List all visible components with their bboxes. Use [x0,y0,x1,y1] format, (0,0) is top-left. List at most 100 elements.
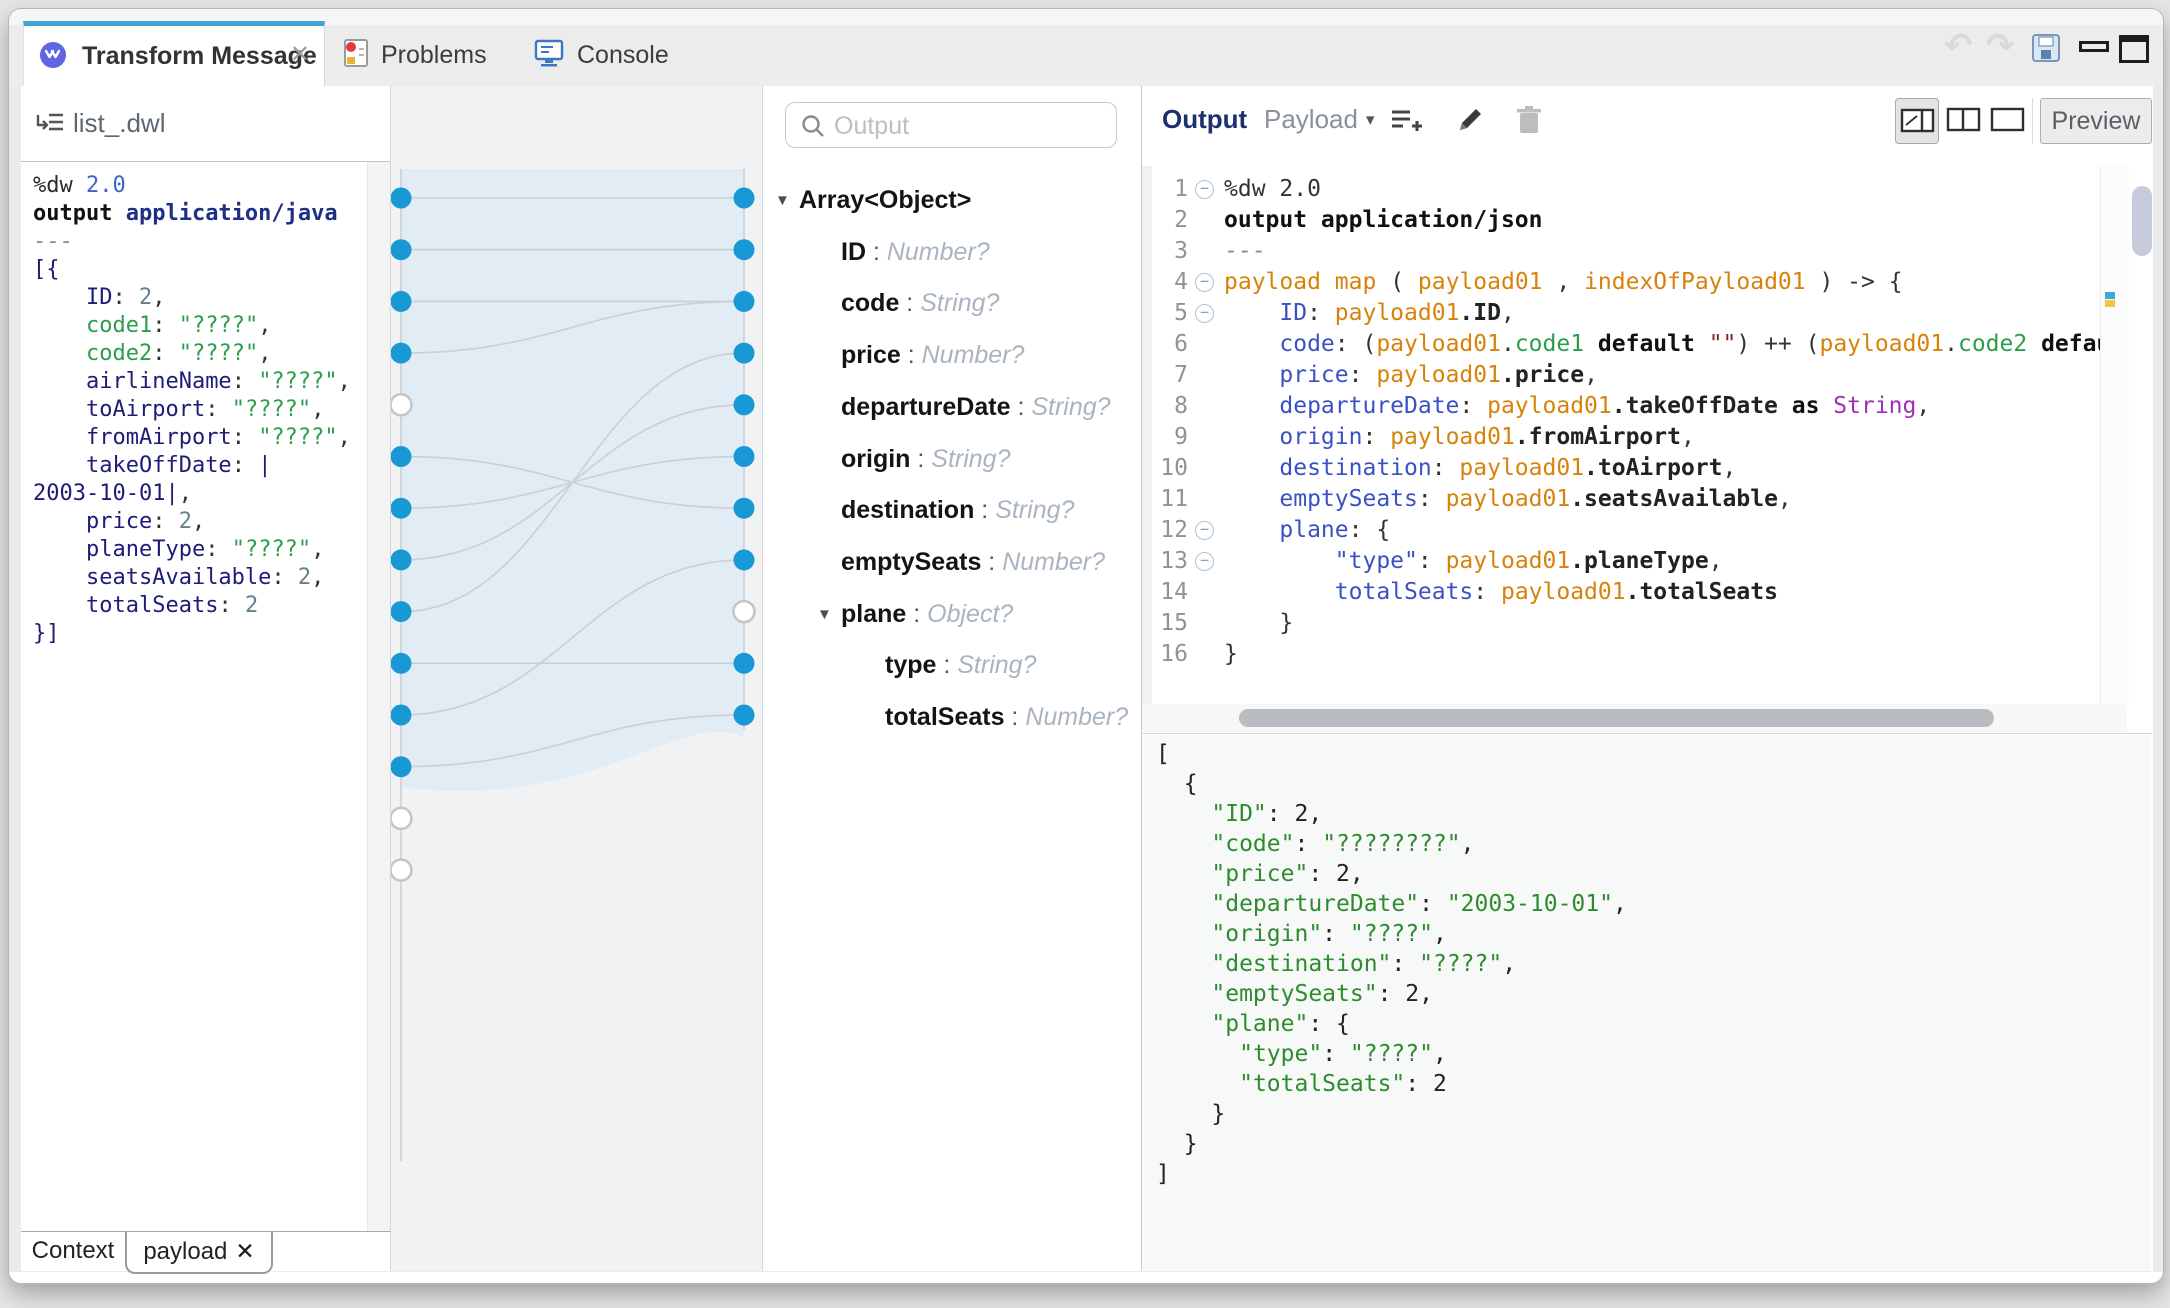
output-tree-row-emptyseats[interactable]: emptySeats : Number? [763,546,1141,578]
input-port-unmapped-a[interactable] [391,808,412,829]
tab-strip-background [9,25,2163,87]
input-port-fromAirport[interactable] [391,498,412,519]
input-port-airlineName[interactable] [391,394,412,415]
expand-caret-icon[interactable]: ▼ [817,599,832,631]
screen: Transform Message ✕ Problems Console [0,0,2170,1308]
input-scrollbar-track[interactable] [367,162,390,1231]
editor-vertical-scrollbar[interactable] [2132,186,2152,256]
field-type: Number? [922,341,1025,369]
input-port-price[interactable] [391,601,412,622]
input-port-payload[interactable] [391,188,412,209]
field-name: type [885,651,936,679]
code-line: %dw 2.0 [33,172,366,200]
output-port-totalSeats[interactable] [734,705,755,726]
undo-button[interactable]: ↶ [1944,31,1973,62]
output-port-plane[interactable] [734,601,755,622]
output-port-code[interactable] [734,291,755,312]
output-port-type[interactable] [734,653,755,674]
save-floppy-icon [2031,33,2061,63]
view-single-pane-button[interactable] [1986,98,2030,144]
input-port-seatsAvailable[interactable] [391,705,412,726]
output-port-departureDate[interactable] [734,394,755,415]
maximize-button[interactable] [2119,35,2149,63]
fold-collapse-icon[interactable]: − [1195,273,1214,292]
output-tree-row-array-object-[interactable]: ▼Array<Object> [763,184,1141,216]
tab-problems[interactable]: Problems [341,25,521,86]
field-name: destination [841,496,974,524]
input-port-totalSeats[interactable] [391,756,412,777]
fold-collapse-icon[interactable]: − [1195,180,1214,199]
input-code-editor[interactable]: %dw 2.0output application/java---[{ ID: … [33,172,366,1229]
fold-collapse-icon[interactable]: − [1195,552,1214,571]
dataweave-code-editor[interactable]: 1−%dw 2.02output application/json3---4−p… [1152,174,2100,702]
output-tree-row-code[interactable]: code : String? [763,287,1141,319]
output-tree-row-plane[interactable]: ▼plane : Object? [763,598,1141,630]
output-tree-row-origin[interactable]: origin : String? [763,443,1141,475]
output-search-input[interactable]: Output [785,102,1117,148]
tab-payload[interactable]: payload✕ [125,1232,273,1274]
preview-toggle-button[interactable]: Preview [2040,98,2152,144]
code-line: ID: 2, [33,284,366,312]
chevron-down-icon[interactable]: ▾ [1366,110,1375,130]
close-icon[interactable]: ✕ [290,40,310,69]
code-line: 10 destination: payload01.toAirport, [1152,453,2100,484]
script-toolbar: Output Payload ▾ [1142,86,2153,158]
input-port-ID[interactable] [391,239,412,260]
code-line: 16} [1152,639,2100,670]
input-port-code2[interactable] [391,343,412,364]
search-icon [800,113,826,144]
target-selector[interactable]: Payload [1264,104,1358,135]
code-line: "departureDate": "2003-10-01", [1156,889,1627,919]
tab-transform-message[interactable]: Transform Message ✕ [23,21,325,86]
input-port-code1[interactable] [391,291,412,312]
code-line: 11 emptySeats: payload01.seatsAvailable, [1152,484,2100,515]
editor-horizontal-scrollbar-thumb[interactable] [1239,709,1994,727]
output-tree-row-destination[interactable]: destination : String? [763,494,1141,526]
output-port-destination[interactable] [734,498,755,519]
field-name: origin [841,445,910,473]
close-icon[interactable]: ✕ [235,1238,254,1264]
view-graphical-split-button[interactable] [1895,98,1939,144]
input-port-unmapped-b[interactable] [391,860,412,881]
undo-arrow-icon: ↶ [1944,27,1973,65]
editor-horizontal-scrollbar-track[interactable] [1142,704,2127,732]
tab-console[interactable]: Console [533,25,703,86]
code-line: 3--- [1152,236,2100,267]
redo-button[interactable]: ↷ [1986,31,2015,62]
output-tree-row-id[interactable]: ID : Number? [763,236,1141,268]
input-port-takeOffDate[interactable] [391,549,412,570]
field-type: Number? [887,238,990,266]
output-tree-row-price[interactable]: price : Number? [763,339,1141,371]
output-port-price[interactable] [734,343,755,364]
output-port-Array-Object-[interactable] [734,188,755,209]
output-tree-row-departuredate[interactable]: departureDate : String? [763,391,1141,423]
output-tree-row-type[interactable]: type : String? [763,649,1141,681]
input-port-toAirport[interactable] [391,446,412,467]
output-port-ID[interactable] [734,239,755,260]
code-line: "emptySeats": 2, [1156,979,1627,1009]
code-line: airlineName: "????", [33,368,366,396]
minimize-button[interactable] [2079,31,2109,52]
save-button[interactable] [2031,33,2061,68]
field-colon: : [901,341,922,369]
preview-panel: [ { "ID": 2, "code": "????????", "price"… [1143,735,2151,1271]
field-name: price [841,341,901,369]
fold-collapse-icon[interactable]: − [1195,304,1214,323]
output-title: Output [1162,104,1247,135]
input-port-planeType[interactable] [391,653,412,674]
delete-trash-icon[interactable] [1514,104,1544,141]
add-transformation-icon[interactable] [1390,106,1426,143]
fold-collapse-icon[interactable]: − [1195,521,1214,540]
field-colon: : [899,289,920,317]
redo-arrow-icon: ↷ [1986,27,2015,65]
tab-context[interactable]: Context [21,1232,125,1270]
code-line: code1: "????", [33,312,366,340]
view-two-pane-button[interactable] [1942,98,1986,144]
output-tree-row-totalseats[interactable]: totalSeats : Number? [763,701,1141,733]
edit-pencil-icon[interactable] [1454,104,1486,141]
output-port-origin[interactable] [734,446,755,467]
editor-preview-divider[interactable] [1142,733,2153,734]
expand-caret-icon[interactable]: ▼ [775,185,790,217]
output-port-emptySeats[interactable] [734,549,755,570]
field-name: totalSeats [885,703,1004,731]
